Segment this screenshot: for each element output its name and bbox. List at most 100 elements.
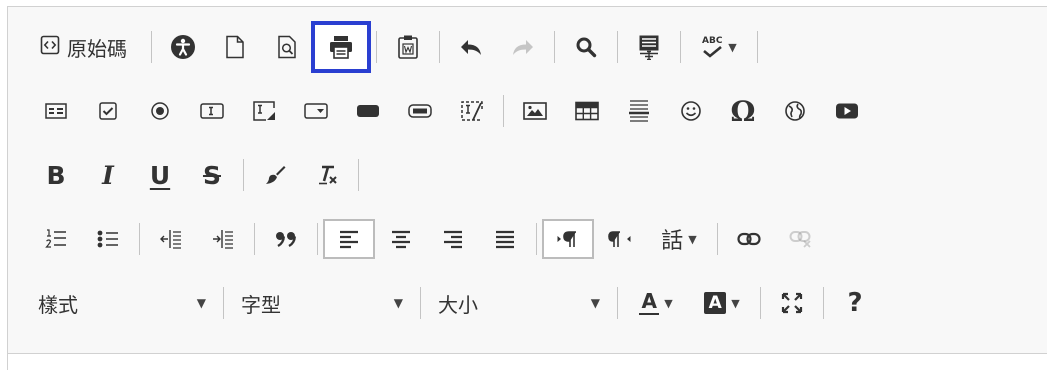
unlink-button[interactable]: [775, 219, 827, 259]
maximize-button[interactable]: [766, 283, 818, 323]
text-direction-rtl-button[interactable]: [594, 219, 646, 259]
button-tool[interactable]: [342, 91, 394, 131]
hidden-field-icon: [460, 100, 484, 122]
styles-dropdown[interactable]: 樣式 ▼: [30, 283, 218, 323]
underline-label: U: [149, 160, 171, 190]
templates-button[interactable]: [382, 27, 434, 67]
rtl-icon: [608, 229, 632, 249]
checkbox-button[interactable]: [82, 91, 134, 131]
image-button[interactable]: [509, 91, 561, 131]
toolbar-separator: [503, 95, 504, 127]
decrease-indent-button[interactable]: [145, 219, 197, 259]
new-page-button[interactable]: [209, 27, 261, 67]
align-center-button[interactable]: [375, 219, 427, 259]
underline-button[interactable]: U: [134, 155, 186, 195]
select-field-icon: [304, 102, 328, 120]
print-icon: [328, 34, 354, 60]
accessibility-icon: [170, 34, 196, 60]
link-button[interactable]: [723, 219, 775, 259]
toolbar-separator: [717, 223, 718, 255]
numbered-list-button[interactable]: [30, 219, 82, 259]
special-char-button[interactable]: Ω: [717, 91, 769, 131]
bulleted-list-icon: [96, 229, 120, 249]
undo-button[interactable]: [445, 27, 497, 67]
toolbar-row-document: 原始碼 ABC ▼: [30, 19, 763, 75]
indent-icon: [211, 228, 235, 250]
toolbar-separator: [254, 223, 255, 255]
hidden-field-button[interactable]: [446, 91, 498, 131]
background-color-button[interactable]: A ▼: [689, 283, 755, 323]
strikethrough-label: S: [202, 160, 221, 190]
spell-check-button[interactable]: ABC ▼: [686, 27, 752, 67]
font-dropdown-label: 字型: [241, 292, 281, 317]
select-field-button[interactable]: [290, 91, 342, 131]
editor-content-area[interactable]: [8, 353, 1047, 372]
image-icon: [523, 101, 547, 121]
select-all-icon: [638, 34, 660, 60]
toolbar-row-styles: 樣式 ▼ 字型 ▼ 大小 ▼ A ▼ A ▼ ?: [30, 275, 881, 331]
iframe-button[interactable]: [769, 91, 821, 131]
toolbar-separator: [139, 223, 140, 255]
youtube-icon: [835, 102, 859, 120]
print-button[interactable]: [311, 21, 371, 73]
source-button[interactable]: 原始碼: [30, 27, 146, 67]
blockquote-button[interactable]: [260, 219, 312, 259]
text-direction-ltr-button[interactable]: [542, 219, 594, 259]
source-label: 原始碼: [67, 36, 127, 61]
smiley-button[interactable]: [665, 91, 717, 131]
help-button[interactable]: ?: [829, 283, 881, 323]
size-dropdown[interactable]: 大小 ▼: [426, 283, 612, 323]
image-button-tool[interactable]: [394, 91, 446, 131]
chevron-down-icon: ▼: [728, 40, 737, 54]
italic-button[interactable]: I: [82, 155, 134, 195]
spell-check-icon: ABC: [701, 36, 723, 58]
align-center-icon: [390, 229, 412, 249]
youtube-button[interactable]: [821, 91, 873, 131]
find-button[interactable]: [560, 27, 612, 67]
toolbar-separator: [376, 31, 377, 63]
form-button[interactable]: [30, 91, 82, 131]
toolbar-separator: [439, 31, 440, 63]
chevron-down-icon: ▼: [731, 296, 740, 310]
strikethrough-button[interactable]: S: [186, 155, 238, 195]
bold-label: B: [46, 160, 66, 190]
bold-button[interactable]: B: [30, 155, 82, 195]
text-field-button[interactable]: [186, 91, 238, 131]
toolbar-separator: [358, 159, 359, 191]
increase-indent-button[interactable]: [197, 219, 249, 259]
maximize-icon: [781, 292, 803, 314]
toolbar-row-forms: Ω: [30, 83, 873, 139]
justify-button[interactable]: [479, 219, 531, 259]
search-icon: [575, 36, 597, 58]
align-right-button[interactable]: [427, 219, 479, 259]
font-dropdown[interactable]: 字型 ▼: [229, 283, 415, 323]
styles-dropdown-label: 樣式: [38, 292, 78, 317]
toolbar-separator: [317, 223, 318, 255]
text-color-button[interactable]: A ▼: [623, 283, 689, 323]
globe-icon: [784, 100, 806, 122]
align-left-button[interactable]: [323, 219, 375, 259]
toolbar-separator: [680, 31, 681, 63]
radio-button-tool[interactable]: [134, 91, 186, 131]
toolbar-separator: [617, 31, 618, 63]
table-button[interactable]: [561, 91, 613, 131]
accessibility-button[interactable]: [157, 27, 209, 67]
select-all-button[interactable]: [623, 27, 675, 67]
background-color-label: A: [708, 293, 722, 313]
remove-format-button[interactable]: [301, 155, 353, 195]
chevron-down-icon: ▼: [664, 296, 673, 310]
chevron-down-icon: ▼: [393, 296, 403, 310]
toolbar-separator: [536, 223, 537, 255]
text-field-icon: [200, 102, 224, 120]
copy-format-button[interactable]: [249, 155, 301, 195]
textarea-button[interactable]: [238, 91, 290, 131]
horizontal-rule-button[interactable]: [613, 91, 665, 131]
redo-button[interactable]: [497, 27, 549, 67]
form-icon: [45, 102, 67, 120]
source-icon: [40, 35, 60, 59]
text-color-label: A: [641, 289, 657, 313]
size-dropdown-label: 大小: [438, 292, 478, 317]
preview-button[interactable]: [261, 27, 313, 67]
bulleted-list-button[interactable]: [82, 219, 134, 259]
language-button[interactable]: 話 ▼: [646, 219, 712, 259]
